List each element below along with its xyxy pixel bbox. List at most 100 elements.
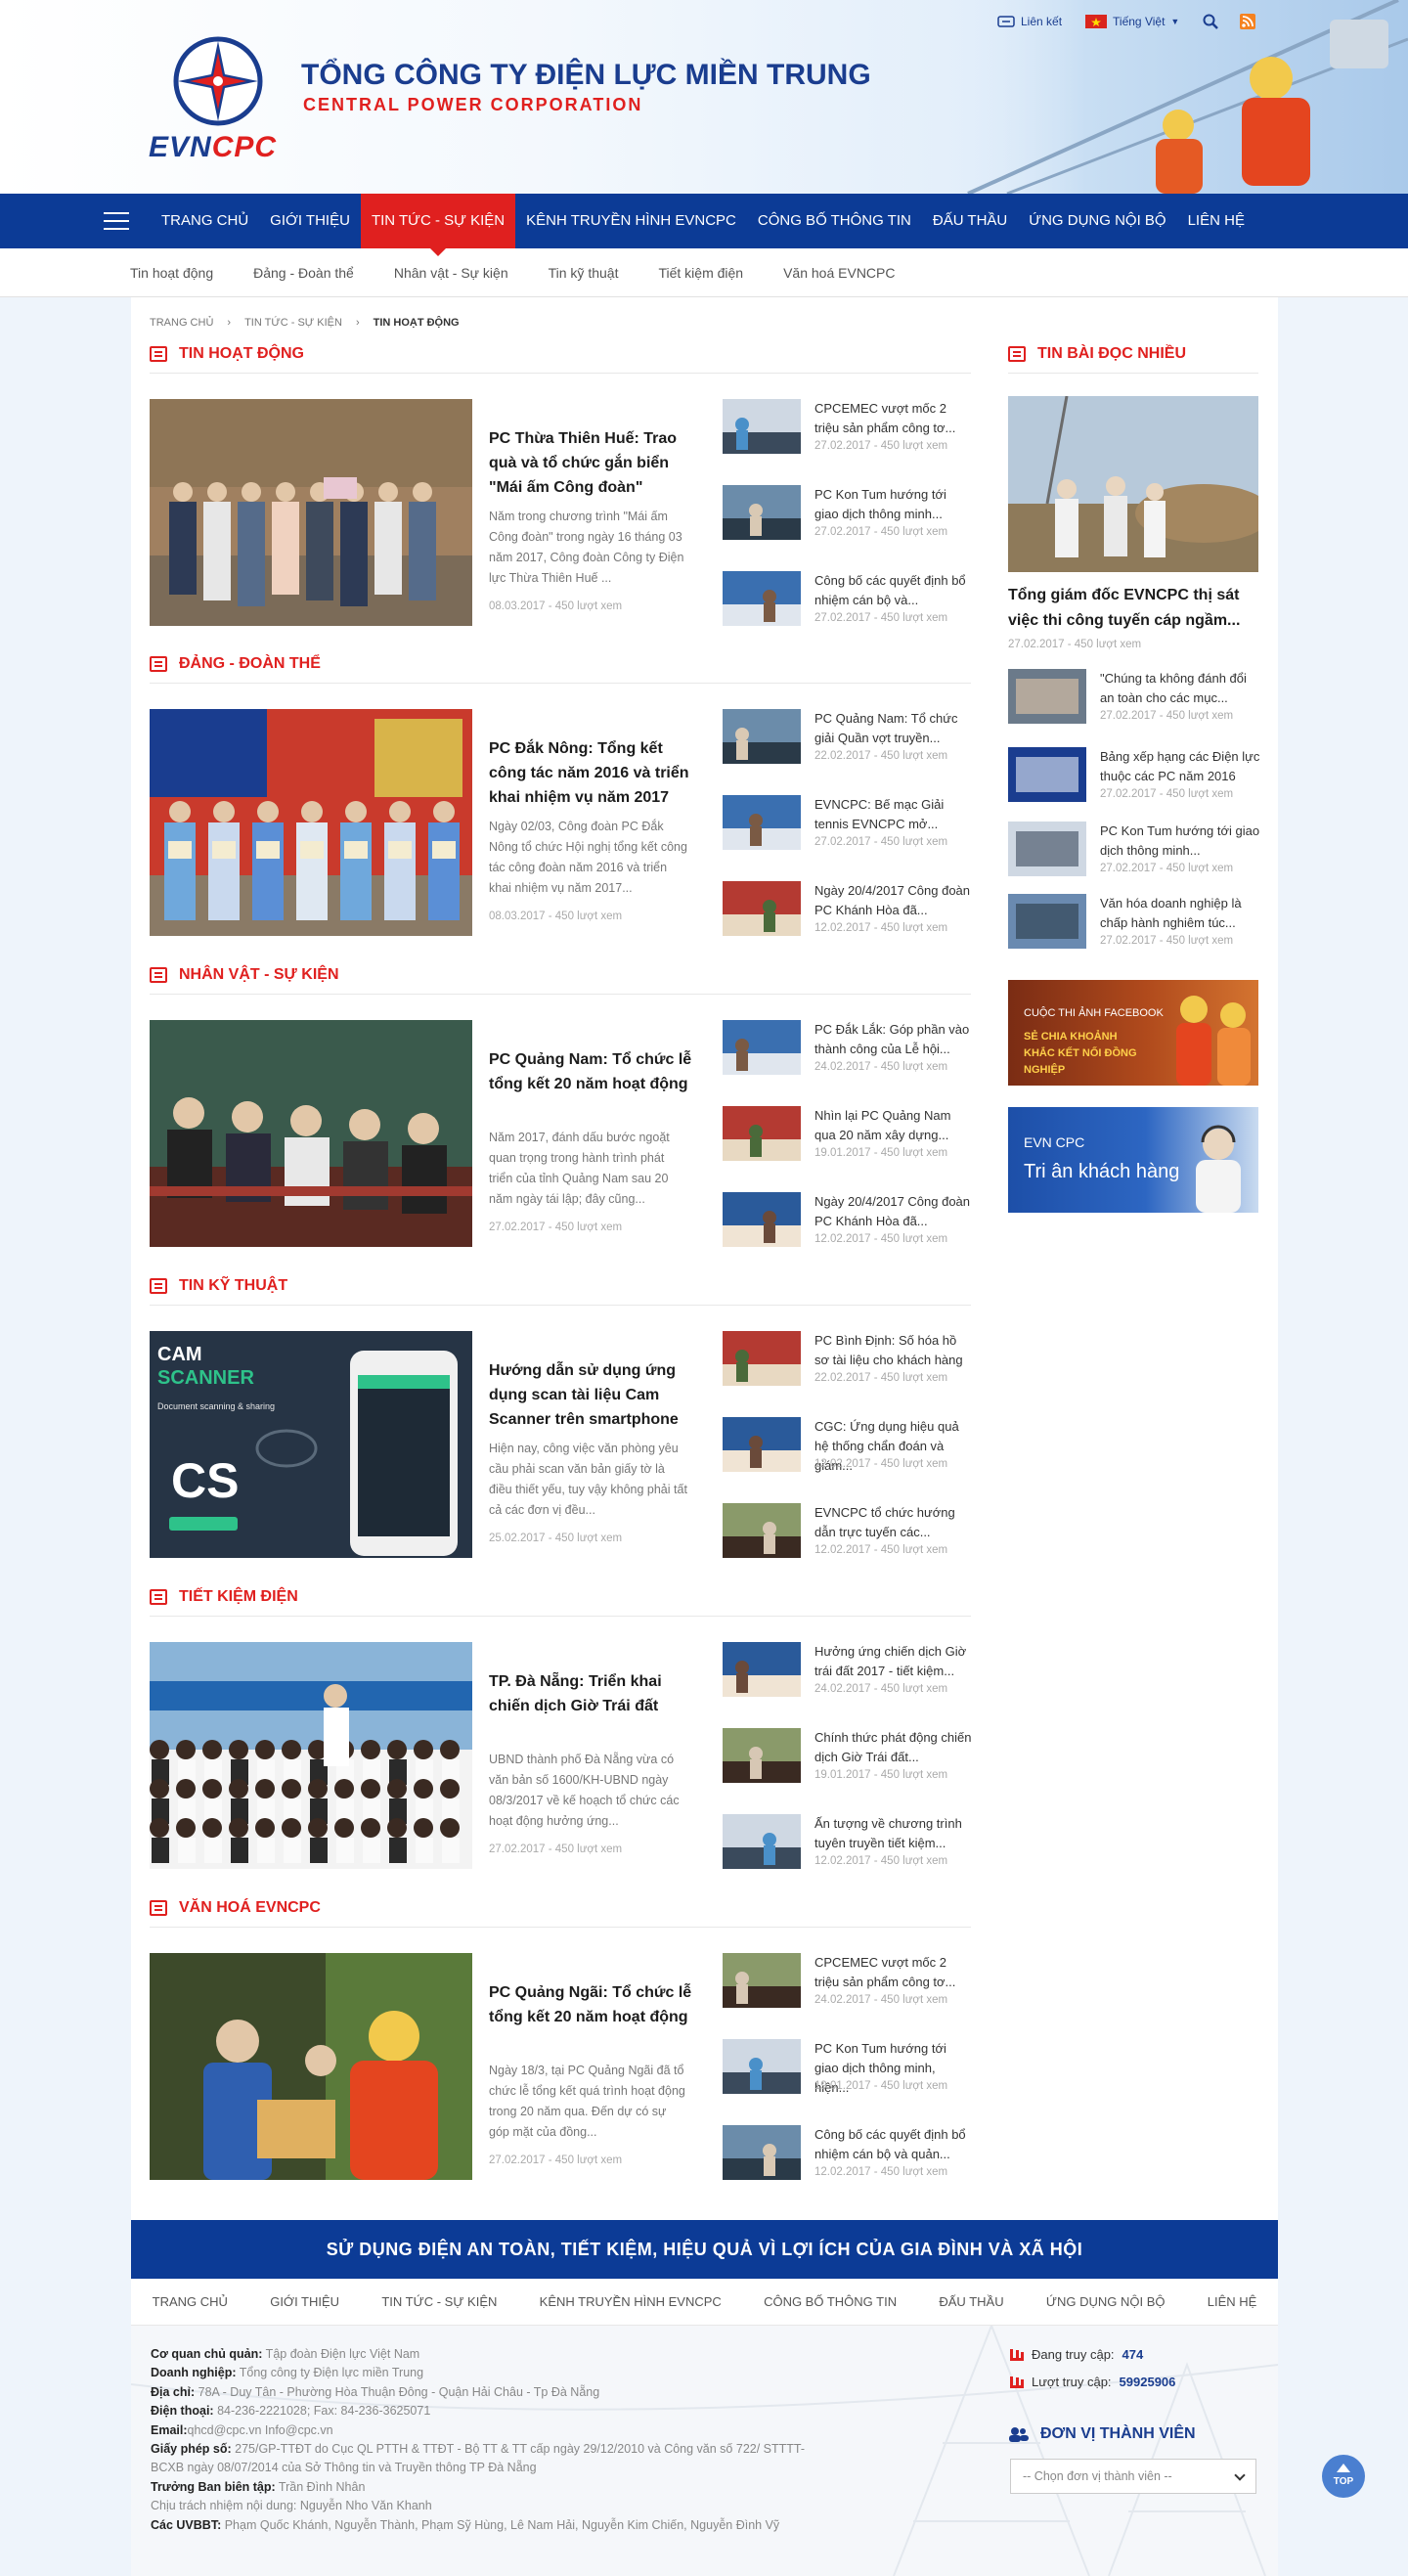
list-item-thumbnail[interactable] xyxy=(723,2039,801,2094)
list-item-thumbnail[interactable] xyxy=(723,795,801,850)
list-item-title[interactable]: Nhìn lại PC Quảng Nam qua 20 năm xây dựn… xyxy=(814,1106,973,1145)
most-read-item-thumbnail[interactable] xyxy=(1008,894,1086,949)
list-item[interactable]: PC Quảng Nam: Tổ chức giải Quần vợt truy… xyxy=(723,709,972,764)
nav-item-news[interactable]: TIN TỨC - SỰ KIỆN xyxy=(360,194,516,256)
list-item-title[interactable]: EVNCPC: Bế mạc Giải tennis EVNCPC mở... xyxy=(814,795,973,834)
list-item-title[interactable]: EVNCPC tổ chức hướng dẫn trực tuyến các.… xyxy=(814,1503,973,1542)
list-item-thumbnail[interactable] xyxy=(723,881,801,936)
list-item[interactable]: PC Bình Định: Số hóa hồ sơ tài liệu cho … xyxy=(723,1331,972,1386)
list-item[interactable]: Nhìn lại PC Quảng Nam qua 20 năm xây dựn… xyxy=(723,1106,972,1161)
section-title[interactable]: TIN HOẠT ĐỘNG xyxy=(179,345,304,363)
featured-article-image[interactable] xyxy=(150,399,472,626)
list-item-title[interactable]: CPCEMEC vượt mốc 2 triệu sản phẩm công t… xyxy=(814,1953,973,1992)
list-item-thumbnail[interactable] xyxy=(723,399,801,454)
list-item-title[interactable]: Ngày 20/4/2017 Công đoàn PC Khánh Hòa đã… xyxy=(814,881,973,920)
list-item-title[interactable]: Công bố các quyết định bổ nhiệm cán bộ v… xyxy=(814,571,973,610)
footer-nav-item[interactable]: CÔNG BỐ THÔNG TIN xyxy=(764,2294,897,2309)
footer-nav-item[interactable]: TRANG CHỦ xyxy=(153,2294,228,2309)
list-item-thumbnail[interactable] xyxy=(723,709,801,764)
footer-nav-item[interactable]: TIN TỨC - SỰ KIỆN xyxy=(381,2294,497,2309)
list-item-thumbnail[interactable] xyxy=(723,1106,801,1161)
list-item[interactable]: CPCEMEC vượt mốc 2 triệu sản phẩm công t… xyxy=(723,399,972,454)
most-read-item-title[interactable]: Bảng xếp hạng các Điện lực thuộc các PC … xyxy=(1100,747,1262,786)
most-read-item-title[interactable]: "Chúng ta không đánh đổi an toàn cho các… xyxy=(1100,669,1262,708)
footer-nav-item[interactable]: ĐẤU THẦU xyxy=(939,2294,1003,2309)
list-item[interactable]: CPCEMEC vượt mốc 2 triệu sản phẩm công t… xyxy=(723,1953,972,2008)
list-item-thumbnail[interactable] xyxy=(723,571,801,626)
most-read-item-thumbnail[interactable] xyxy=(1008,822,1086,876)
featured-article-title[interactable]: TP. Đà Nẵng: Triển khai chiến dịch Giờ T… xyxy=(489,1669,694,1718)
most-read-item-thumbnail[interactable] xyxy=(1008,669,1086,724)
list-item-title[interactable]: PC Đắk Lắk: Góp phần vào thành công của … xyxy=(814,1020,973,1059)
footer-nav-item[interactable]: ỨNG DỤNG NỘI BỘ xyxy=(1046,2294,1166,2309)
rss-icon[interactable] xyxy=(1240,14,1256,29)
featured-article-image[interactable] xyxy=(150,1642,472,1869)
nav-item-contact[interactable]: LIÊN HỆ xyxy=(1177,194,1255,248)
section-title[interactable]: NHÂN VẬT - SỰ KIỆN xyxy=(179,966,339,984)
nav-item-disclosure[interactable]: CÔNG BỐ THÔNG TIN xyxy=(747,194,922,248)
list-item-title[interactable]: Công bố các quyết định bổ nhiệm cán bộ v… xyxy=(814,2125,973,2164)
list-item[interactable]: PC Kon Tum hướng tới giao dịch thông min… xyxy=(723,485,972,540)
list-item[interactable]: Ngày 20/4/2017 Công đoàn PC Khánh Hòa đã… xyxy=(723,1192,972,1247)
list-item-title[interactable]: Ấn tượng về chương trình tuyên truyền ti… xyxy=(814,1814,973,1853)
list-item[interactable]: CGC: Ứng dụng hiệu quả hệ thống chẩn đoá… xyxy=(723,1417,972,1473)
featured-article-image[interactable]: CAM SCANNER Document scanning & sharing CS xyxy=(150,1331,472,1558)
list-item[interactable]: PC Đắk Lắk: Góp phần vào thành công của … xyxy=(723,1020,972,1075)
list-item[interactable]: EVNCPC tổ chức hướng dẫn trực tuyến các.… xyxy=(723,1503,972,1558)
featured-article-image[interactable] xyxy=(150,1953,472,2180)
footer-nav-item[interactable]: GIỚI THIỆU xyxy=(270,2294,339,2309)
breadcrumb-item[interactable]: TRANG CHỦ xyxy=(150,317,213,329)
list-item-thumbnail[interactable] xyxy=(723,1814,801,1869)
list-item-thumbnail[interactable] xyxy=(723,1020,801,1075)
list-item-thumbnail[interactable] xyxy=(723,1192,801,1247)
footer-nav-item[interactable]: LIÊN HỆ xyxy=(1208,2294,1257,2309)
list-item-thumbnail[interactable] xyxy=(723,1417,801,1472)
subnav-item[interactable]: Văn hoá EVNCPC xyxy=(783,265,895,281)
language-select[interactable]: Tiếng Việt ▼ xyxy=(1085,15,1179,28)
links-link[interactable]: Liên kết xyxy=(997,15,1062,28)
evn-logo[interactable]: EVNCPC xyxy=(149,35,295,163)
list-item-thumbnail[interactable] xyxy=(723,2125,801,2180)
list-item[interactable]: Ngày 20/4/2017 Công đoàn PC Khánh Hòa đã… xyxy=(723,881,972,936)
most-read-featured-title[interactable]: Tổng giám đốc EVNCPC thị sát việc thi cô… xyxy=(1008,583,1262,634)
section-title[interactable]: TIN KỸ THUẬT xyxy=(179,1277,287,1295)
list-item-title[interactable]: PC Quảng Nam: Tổ chức giải Quần vợt truy… xyxy=(814,709,973,748)
featured-article-title[interactable]: PC Thừa Thiên Huế: Trao quà và tổ chức g… xyxy=(489,426,694,500)
hamburger-menu-icon[interactable] xyxy=(104,212,129,230)
most-read-item[interactable]: PC Kon Tum hướng tới giao dịch thông min… xyxy=(1008,822,1262,876)
section-title[interactable]: ĐẢNG - ĐOÀN THỂ xyxy=(179,655,321,673)
list-item[interactable]: PC Kon Tum hướng tới giao dịch thông min… xyxy=(723,2039,972,2095)
nav-item-home[interactable]: TRANG CHỦ xyxy=(151,194,259,248)
section-title[interactable]: TIẾT KIỆM ĐIỆN xyxy=(179,1588,298,1606)
subnav-item[interactable]: Tin hoạt động xyxy=(130,265,213,281)
list-item-thumbnail[interactable] xyxy=(723,1953,801,2008)
list-item-thumbnail[interactable] xyxy=(723,1503,801,1558)
list-item-thumbnail[interactable] xyxy=(723,1331,801,1386)
list-item-thumbnail[interactable] xyxy=(723,485,801,540)
nav-item-tv[interactable]: KÊNH TRUYỀN HÌNH EVNCPC xyxy=(515,194,747,248)
customer-appreciation-banner[interactable]: EVN CPC Tri ân khách hàng xyxy=(1008,1107,1258,1213)
list-item-title[interactable]: Ngày 20/4/2017 Công đoàn PC Khánh Hòa đã… xyxy=(814,1192,973,1231)
featured-article-image[interactable] xyxy=(150,1020,472,1247)
nav-item-bidding[interactable]: ĐẤU THẦU xyxy=(922,194,1018,248)
list-item-title[interactable]: Chính thức phát động chiến dịch Giờ Trái… xyxy=(814,1728,973,1767)
list-item-title[interactable]: PC Kon Tum hướng tới giao dịch thông min… xyxy=(814,485,973,524)
list-item[interactable]: Công bố các quyết định bổ nhiệm cán bộ v… xyxy=(723,571,972,626)
most-read-item[interactable]: Văn hóa doanh nghiệp là chấp hành nghiêm… xyxy=(1008,894,1262,949)
list-item-thumbnail[interactable] xyxy=(723,1728,801,1783)
subnav-item[interactable]: Nhân vật - Sự kiện xyxy=(394,265,508,281)
list-item[interactable]: Hưởng ứng chiến dịch Giờ trái đất 2017 -… xyxy=(723,1642,972,1697)
list-item-title[interactable]: CPCEMEC vượt mốc 2 triệu sản phẩm công t… xyxy=(814,399,973,438)
featured-article-image[interactable] xyxy=(150,709,472,936)
featured-article-title[interactable]: PC Đắk Nông: Tổng kết công tác năm 2016 … xyxy=(489,736,694,810)
breadcrumb-item[interactable]: TIN TỨC - SỰ KIỆN xyxy=(244,317,342,329)
featured-article-title[interactable]: PC Quảng Nam: Tổ chức lễ tổng kết 20 năm… xyxy=(489,1047,694,1096)
nav-item-about[interactable]: GIỚI THIỆU xyxy=(259,194,361,248)
subnav-item[interactable]: Tiết kiệm điện xyxy=(658,265,743,281)
list-item[interactable]: EVNCPC: Bế mạc Giải tennis EVNCPC mở... 2… xyxy=(723,795,972,850)
most-read-item-title[interactable]: PC Kon Tum hướng tới giao dịch thông min… xyxy=(1100,822,1262,861)
list-item[interactable]: Ấn tượng về chương trình tuyên truyền ti… xyxy=(723,1814,972,1869)
search-icon[interactable] xyxy=(1203,14,1219,29)
nav-item-internal-apps[interactable]: ỨNG DỤNG NỘI BỘ xyxy=(1018,194,1176,248)
facebook-photo-contest-banner[interactable]: CUỘC THI ẢNH FACEBOOK SẺ CHIA KHOẢNH KHẮ… xyxy=(1008,980,1258,1086)
